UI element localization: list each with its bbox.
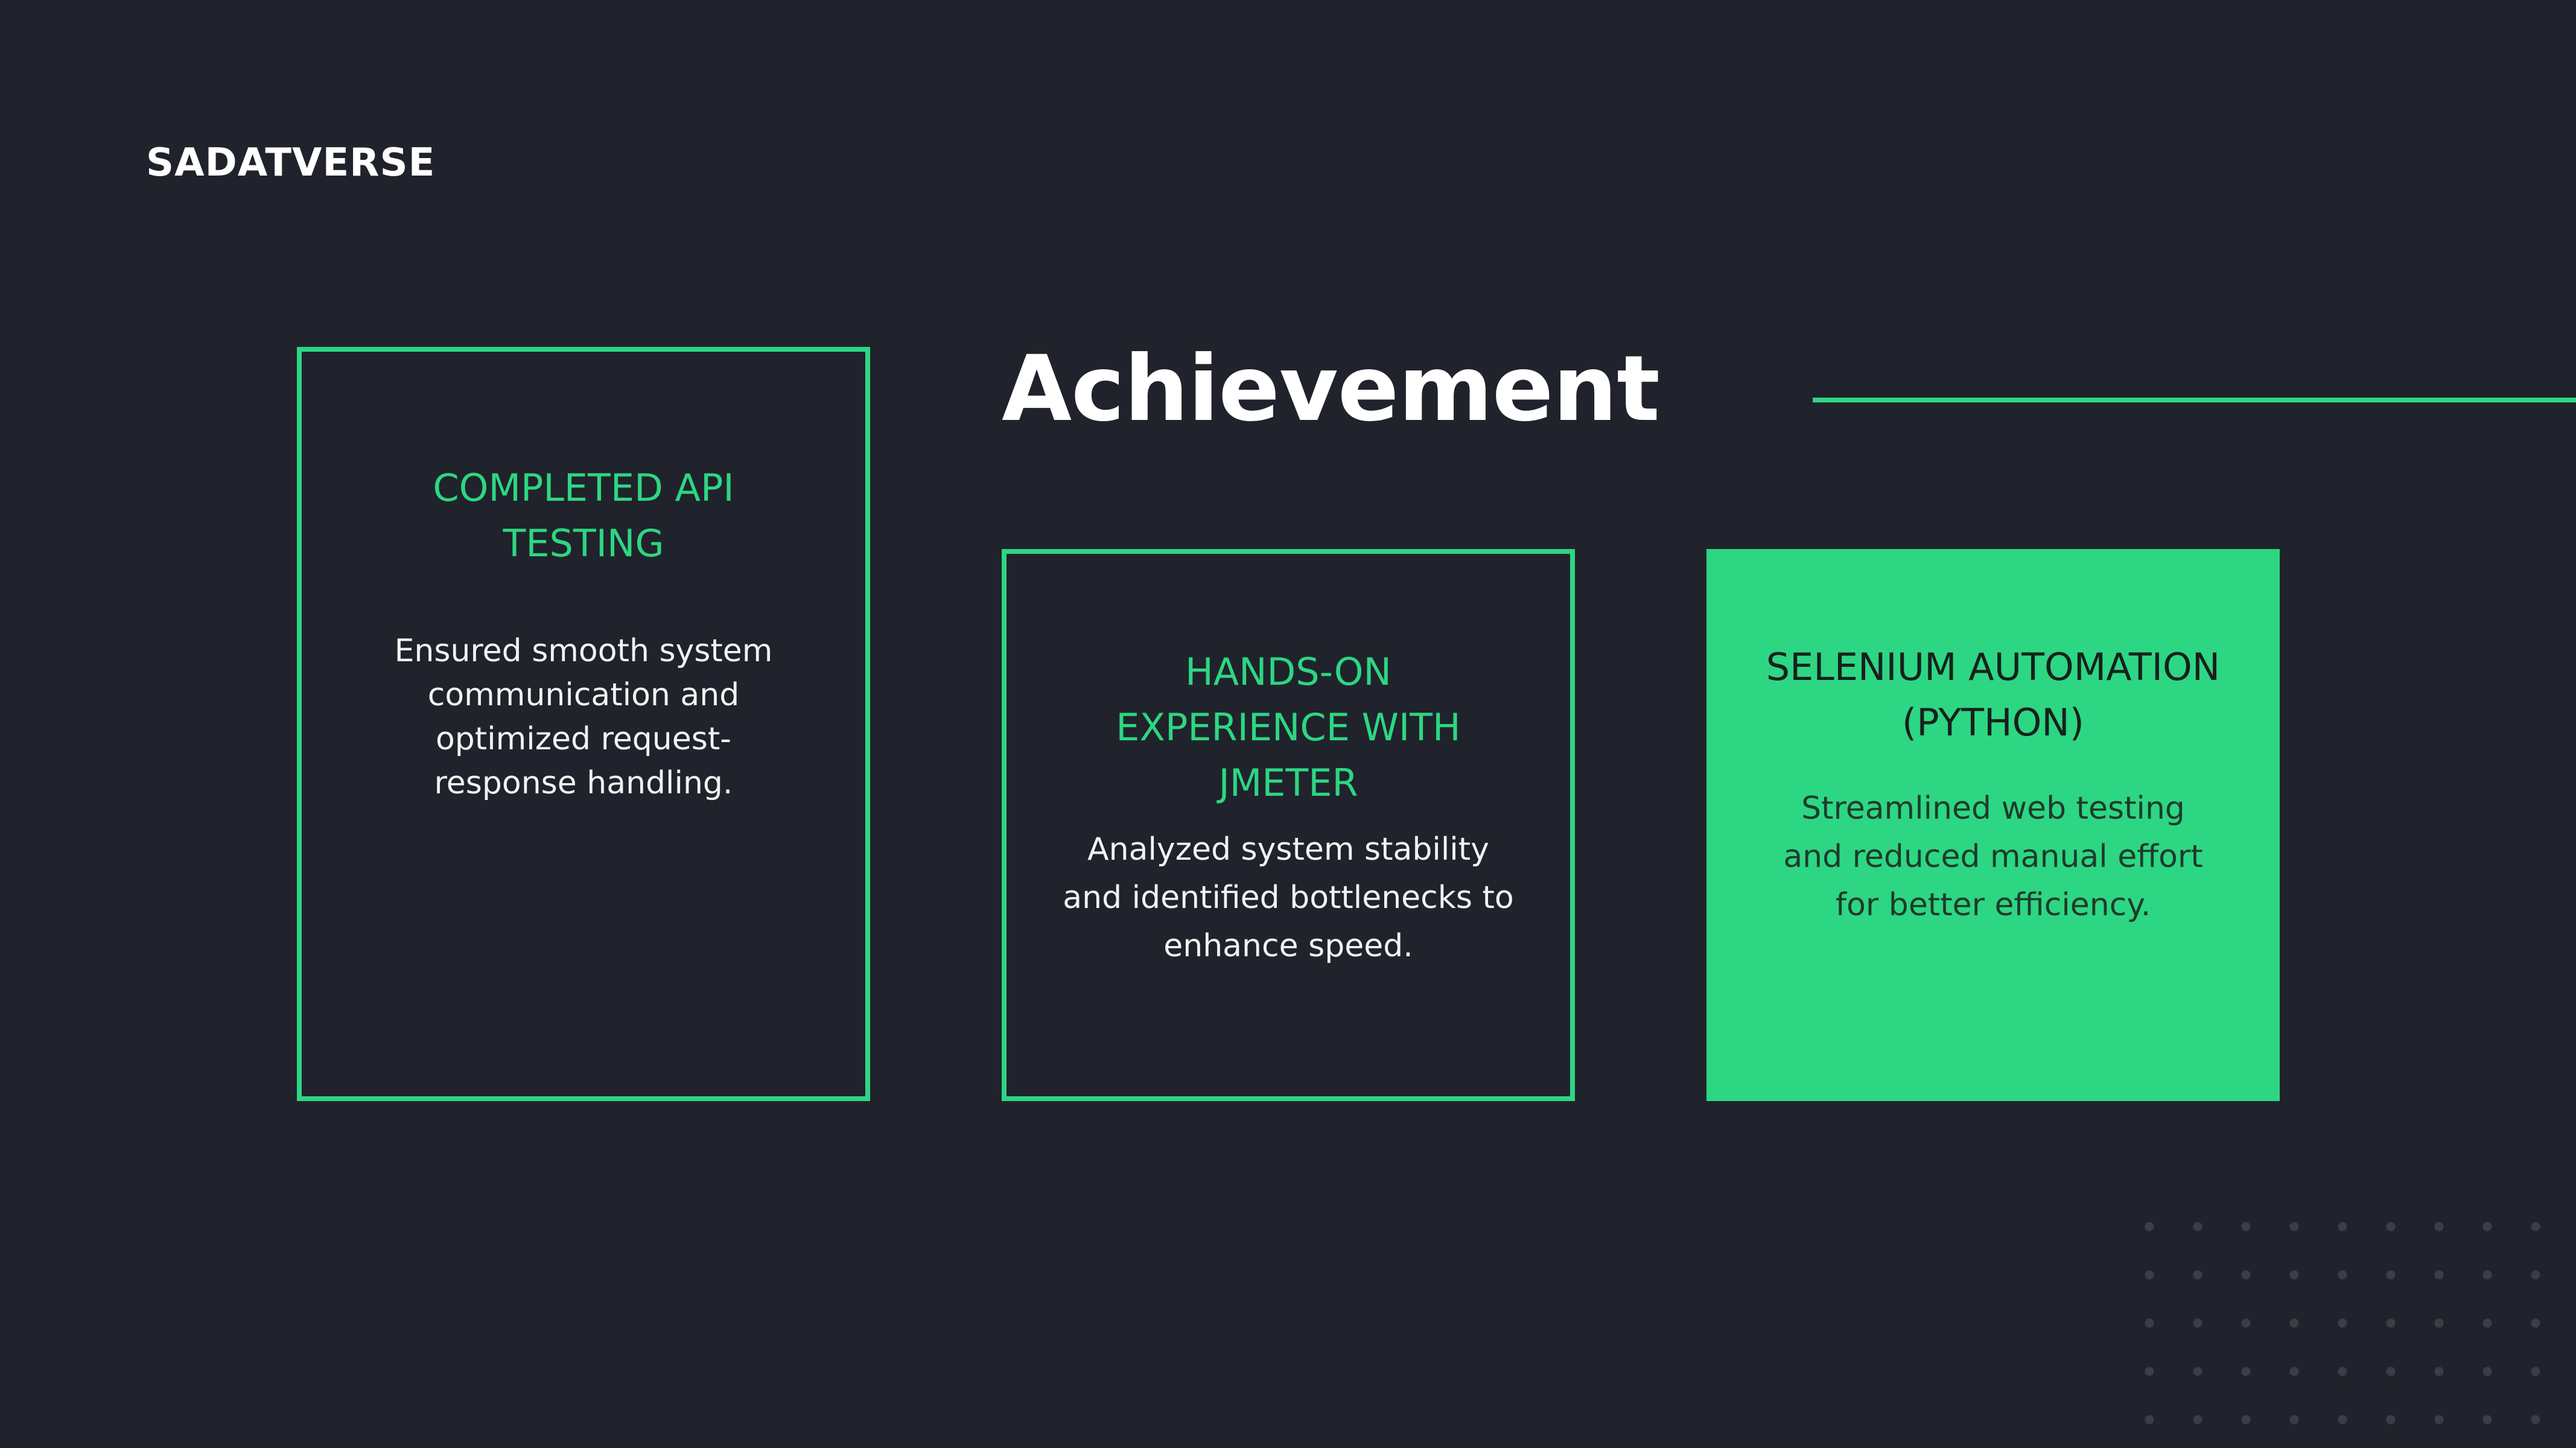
achievement-card-selenium: SELENIUM AUTOMATION (PYTHON) Streamlined… [1706,549,2280,1101]
card-body: Ensured smooth system communication and … [394,633,773,801]
card-body: Analyzed system stability and identified… [1063,831,1514,964]
page-title: Achievement [1002,337,1660,442]
title-divider [1813,398,2576,402]
decorative-dot-grid [2125,1202,2576,1448]
card-heading: SELENIUM AUTOMATION (PYTHON) [1766,645,2221,745]
card-body: Streamlined web testing and reduced manu… [1783,790,2203,923]
achievement-card-api-testing: COMPLETED API TESTING Ensured smooth sys… [297,347,870,1101]
brand-logo-text: SADATVERSE [146,141,436,185]
card-heading: COMPLETED API TESTING [433,466,734,565]
achievement-card-jmeter: HANDS-ON EXPERIENCE WITH JMETER Analyzed… [1002,549,1575,1101]
card-heading: HANDS-ON EXPERIENCE WITH JMETER [1116,650,1461,805]
